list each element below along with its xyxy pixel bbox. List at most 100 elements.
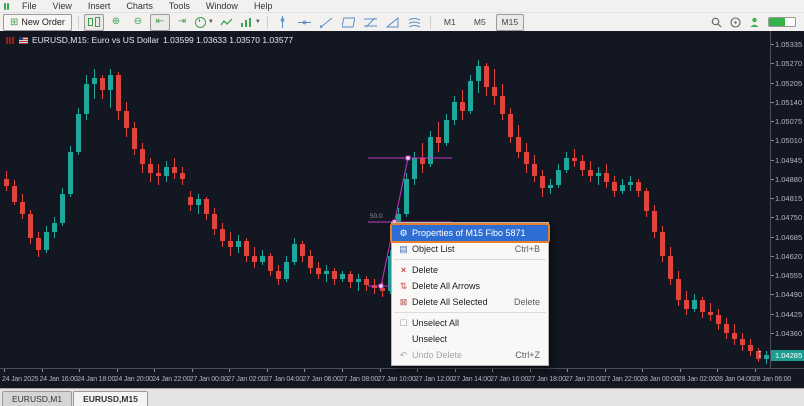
time-tick bbox=[4, 369, 5, 372]
time-label: 27 Jan 18:00 bbox=[528, 376, 566, 383]
price-label: 1.04425 bbox=[775, 310, 802, 319]
context-menu-item-properties-of-m15-fibo-5871[interactable]: ⚙Properties of M15 Fibo 5871 bbox=[392, 225, 548, 241]
candlestick-chart-button[interactable] bbox=[84, 14, 104, 31]
chart-tab-eurusd-m15[interactable]: EURUSD,M15 bbox=[73, 391, 148, 406]
price-tick bbox=[771, 237, 774, 238]
time-tick bbox=[567, 369, 568, 372]
menu-help[interactable]: Help bbox=[246, 0, 281, 12]
new-order-icon: ⊞ bbox=[10, 17, 18, 28]
time-label: 27 Jan 14:00 bbox=[453, 376, 491, 383]
auto-scroll-button[interactable]: ⇤ bbox=[150, 14, 170, 31]
price-label: 1.04360 bbox=[775, 329, 802, 338]
new-order-button[interactable]: ⊞ New Order bbox=[3, 14, 72, 31]
triangle-tool-button[interactable] bbox=[383, 14, 403, 31]
time-label: 27 Jan 08:00 bbox=[340, 376, 378, 383]
chart-shift-button[interactable]: ⇥ bbox=[172, 14, 192, 31]
price-tick bbox=[771, 256, 774, 257]
price-axis[interactable]: 1.053351.052701.052051.051401.050751.050… bbox=[770, 31, 804, 368]
crosshair-icon bbox=[277, 16, 288, 28]
time-label: 27 Jan 02:00 bbox=[227, 376, 265, 383]
time-tick bbox=[192, 369, 193, 372]
menu-file[interactable]: File bbox=[14, 0, 45, 12]
time-label: 28 Jan 00:00 bbox=[640, 376, 678, 383]
auto-scroll-icon: ⇤ bbox=[156, 17, 164, 27]
context-menu-item-delete-all-selected[interactable]: ⊠Delete All SelectedDelete bbox=[392, 294, 548, 310]
time-tick bbox=[304, 369, 305, 372]
toolbar-separator bbox=[267, 16, 268, 29]
menu-charts[interactable]: Charts bbox=[118, 0, 161, 12]
price-label: 1.04815 bbox=[775, 194, 802, 203]
time-tick bbox=[680, 369, 681, 372]
zoom-in-button[interactable]: ⊕ bbox=[106, 14, 126, 31]
horizontal-line-tool-button[interactable] bbox=[295, 14, 315, 31]
crosshair-tool-button[interactable] bbox=[273, 14, 293, 31]
help-icon[interactable] bbox=[730, 17, 741, 28]
horizontal-line-icon bbox=[298, 17, 311, 28]
chart-title: EURUSD,M15: Euro vs US Dollar 1.03599 1.… bbox=[6, 35, 293, 45]
candlestick-chart-icon bbox=[88, 17, 100, 27]
context-menu-item-delete-all-arrows[interactable]: ⇅Delete All Arrows bbox=[392, 278, 548, 294]
search-icon[interactable] bbox=[711, 17, 722, 28]
menu-tools[interactable]: Tools bbox=[161, 0, 198, 12]
price-tick bbox=[771, 140, 774, 141]
time-tick bbox=[229, 369, 230, 372]
timeframe-m1-button[interactable]: M1 bbox=[436, 14, 464, 31]
context-menu-item-undo-delete: ↶Undo DeleteCtrl+Z bbox=[392, 347, 548, 363]
time-axis[interactable]: 24 Jan 202524 Jan 16:0024 Jan 18:0024 Ja… bbox=[0, 368, 804, 388]
menu-item-label: Delete All Arrows bbox=[412, 281, 480, 291]
context-menu-item-unselect[interactable]: Unselect bbox=[392, 331, 548, 347]
new-order-label: New Order bbox=[21, 17, 65, 27]
elliott-waves-tool-button[interactable] bbox=[405, 14, 425, 31]
price-tick bbox=[771, 63, 774, 64]
menu-view[interactable]: View bbox=[45, 0, 80, 12]
price-tick bbox=[771, 198, 774, 199]
time-tick bbox=[117, 369, 118, 372]
fibo-retracement-object[interactable]: 50.0 bbox=[0, 31, 770, 368]
zoom-in-icon: ⊕ bbox=[112, 17, 120, 27]
fibonacci-tool-button[interactable] bbox=[361, 14, 381, 31]
price-label: 1.04490 bbox=[775, 290, 802, 299]
timeframe-m15-button[interactable]: M15 bbox=[496, 14, 524, 31]
time-tick bbox=[717, 369, 718, 372]
chart-tab-eurusd-m1[interactable]: EURUSD,M1 bbox=[2, 391, 72, 406]
resize-vertical-cursor-icon: ↕ bbox=[757, 346, 763, 360]
zoom-out-button[interactable]: ⊖ bbox=[128, 14, 148, 31]
price-tick bbox=[771, 275, 774, 276]
price-tick bbox=[771, 83, 774, 84]
menu-item-shortcut: Ctrl+Z bbox=[507, 350, 540, 360]
time-label: 24 Jan 22:00 bbox=[152, 376, 190, 383]
waves-icon bbox=[408, 17, 421, 28]
price-tick bbox=[771, 314, 774, 315]
context-menu-item-unselect-all[interactable]: ☐Unselect All bbox=[392, 315, 548, 331]
context-menu-item-delete[interactable]: ×Delete bbox=[392, 262, 548, 278]
equidistant-channel-tool-button[interactable] bbox=[339, 14, 359, 31]
price-label: 1.04945 bbox=[775, 156, 802, 165]
price-label: 1.05205 bbox=[775, 79, 802, 88]
chart-title-text: EURUSD,M15: Euro vs US Dollar bbox=[32, 35, 159, 45]
toolbar-separator bbox=[430, 16, 431, 29]
toolbar: ⊞ New Order ⊕ ⊖ ⇤ ⇥ ▼ ▼ M1M5M15 bbox=[0, 13, 804, 31]
line-chart-button[interactable] bbox=[217, 14, 237, 31]
chart-shift-icon: ⇥ bbox=[178, 17, 186, 27]
price-label: 1.05010 bbox=[775, 136, 802, 145]
community-icon[interactable] bbox=[749, 17, 760, 28]
toolbar-right-icons bbox=[711, 17, 804, 28]
chart-tab-bar: EURUSD,M1EURUSD,M15 bbox=[0, 388, 804, 406]
period-clock-button[interactable]: ▼ bbox=[194, 14, 215, 31]
price-label: 1.05075 bbox=[775, 117, 802, 126]
object-context-menu: ⚙Properties of M15 Fibo 5871▤Object List… bbox=[391, 222, 549, 366]
trendline-tool-button[interactable] bbox=[317, 14, 337, 31]
timeframe-m5-button[interactable]: M5 bbox=[466, 14, 494, 31]
context-menu-item-object-list[interactable]: ▤Object ListCtrl+B bbox=[392, 241, 548, 257]
menu-window[interactable]: Window bbox=[198, 0, 246, 12]
mt5-logo-icon bbox=[4, 3, 9, 10]
menu-insert[interactable]: Insert bbox=[80, 0, 119, 12]
price-tick bbox=[771, 121, 774, 122]
time-tick bbox=[79, 369, 80, 372]
chart-plot-area[interactable]: EURUSD,M15: Euro vs US Dollar 1.03599 1.… bbox=[0, 31, 770, 368]
time-label: 27 Jan 06:00 bbox=[302, 376, 340, 383]
time-tick bbox=[154, 369, 155, 372]
mt5-window: { "menu_bar": { "items": ["File","View",… bbox=[0, 0, 804, 405]
indicators-button[interactable]: ▼ bbox=[239, 14, 262, 31]
time-tick bbox=[42, 369, 43, 372]
